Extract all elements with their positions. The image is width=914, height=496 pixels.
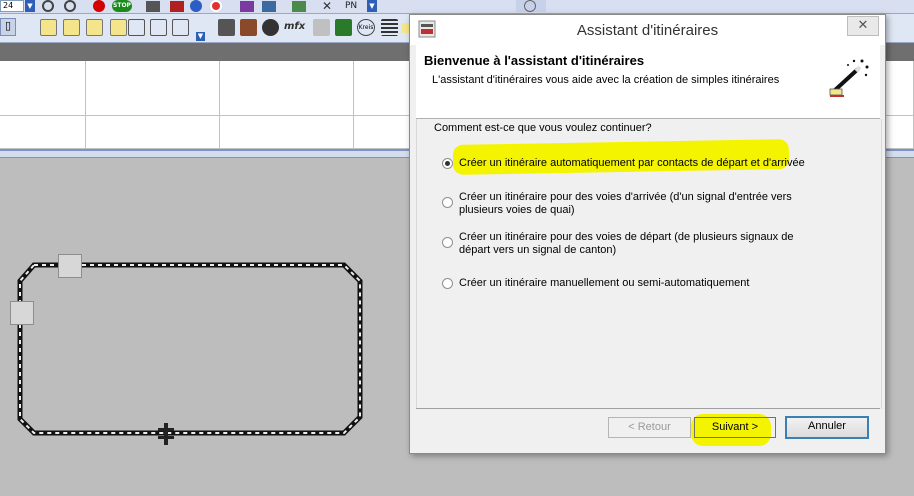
loco-icon[interactable]	[262, 19, 279, 36]
track-signal-icon[interactable]	[156, 423, 176, 445]
dialog-title: Assistant d'itinéraires	[576, 22, 719, 39]
header-title: Bienvenue à l'assistant d'itinéraires	[424, 53, 645, 68]
next-button[interactable]: Suivant >	[694, 417, 776, 438]
list-icon[interactable]	[381, 19, 398, 36]
option-arrival-tracks-radio[interactable]	[442, 197, 453, 208]
block-icon[interactable]	[110, 19, 127, 36]
grid-cell	[86, 61, 220, 116]
wizard-header: Bienvenue à l'assistant d'itinéraires L'…	[416, 45, 880, 119]
crossing-icon[interactable]	[150, 19, 167, 36]
option-departure-tracks-radio[interactable]	[442, 237, 453, 248]
dialog-titlebar[interactable]: Assistant d'itinéraires ✕	[410, 15, 885, 45]
zoom-out-icon[interactable]	[64, 0, 76, 12]
tools-icon[interactable]: ✕	[322, 0, 336, 12]
tool-icon[interactable]	[170, 1, 184, 12]
track-contact-top[interactable]	[58, 254, 82, 278]
panel-icon[interactable]	[240, 19, 257, 36]
bridge-icon[interactable]	[172, 19, 189, 36]
option-label: Créer un itinéraire pour des voies de dé…	[459, 231, 794, 243]
option-auto-contacts-radio[interactable]	[442, 158, 453, 169]
turntable-icon[interactable]	[128, 19, 145, 36]
grid-cell	[0, 61, 86, 116]
stop-icon[interactable]: STOP	[112, 0, 132, 12]
signal-icon[interactable]	[335, 19, 352, 36]
option-manual-radio[interactable]	[442, 278, 453, 289]
track-edit-icon[interactable]	[40, 19, 57, 36]
toolbar-overflow-icon[interactable]: ▼	[367, 0, 377, 12]
option-label: Créer un itinéraire manuellement ou semi…	[459, 277, 750, 289]
magic-wand-icon	[828, 57, 870, 101]
option-label: Créer un itinéraire automatiquement par …	[459, 157, 805, 169]
zoom-value: 24	[3, 1, 14, 10]
back-button[interactable]: < Retour	[608, 417, 691, 438]
chart-icon[interactable]	[292, 1, 306, 12]
book-icon[interactable]	[240, 1, 254, 12]
close-button[interactable]: ✕	[847, 16, 879, 36]
mfx-icon[interactable]: mfx	[284, 21, 305, 32]
zoom-dropdown-icon[interactable]: ▼	[25, 0, 35, 12]
option-label: Créer un itinéraire pour des voies d'arr…	[459, 191, 792, 203]
option-manual[interactable]: Créer un itinéraire manuellement ou semi…	[442, 277, 862, 291]
question-label: Comment est-ce que vous voulez continuer…	[434, 122, 652, 134]
header-subtitle: L'assistant d'itinéraires vous aide avec…	[432, 74, 780, 86]
track-switch-icon[interactable]	[86, 19, 103, 36]
track-loop[interactable]	[14, 255, 370, 445]
option-departure-tracks[interactable]: Créer un itinéraire pour des voies de dé…	[442, 231, 862, 259]
grid-cell	[86, 116, 220, 149]
track-loop-shape	[17, 262, 363, 436]
top-toolbar: 24 ▼ STOP ✕ PN ▼	[0, 0, 914, 14]
grid-cell	[220, 61, 354, 116]
globe-icon[interactable]	[190, 0, 202, 12]
layout-icon[interactable]	[146, 1, 160, 12]
grid-cell	[220, 116, 354, 149]
info-icon[interactable]	[524, 0, 536, 12]
option-label-line2: départ vers un signal de canton)	[459, 244, 617, 256]
stop-label: STOP	[113, 2, 131, 9]
grid-icon[interactable]: ▯	[0, 18, 16, 36]
kreis-icon[interactable]: Kreis	[357, 19, 375, 36]
option-label-line2: plusieurs voies de quai)	[459, 204, 575, 216]
print-icon[interactable]	[218, 19, 235, 36]
paint-icon[interactable]	[313, 19, 330, 36]
option-arrival-tracks[interactable]: Créer un itinéraire pour des voies d'arr…	[442, 191, 862, 219]
option-auto-contacts[interactable]: Créer un itinéraire automatiquement par …	[442, 157, 862, 171]
close-icon: ✕	[857, 18, 869, 33]
grid-cell	[0, 116, 86, 149]
track-contact-left[interactable]	[10, 301, 34, 325]
zoom-combo[interactable]: 24	[0, 0, 24, 12]
toolbar-dropdown-icon[interactable]: ▼	[196, 32, 205, 41]
cancel-button[interactable]: Annuler	[785, 416, 869, 439]
target-icon[interactable]	[210, 0, 222, 12]
track-curve-icon[interactable]	[63, 19, 80, 36]
emergency-icon[interactable]	[93, 0, 105, 12]
copy-icon[interactable]	[262, 1, 276, 12]
zoom-in-icon[interactable]	[42, 0, 54, 12]
pn-label: PN	[345, 1, 358, 11]
